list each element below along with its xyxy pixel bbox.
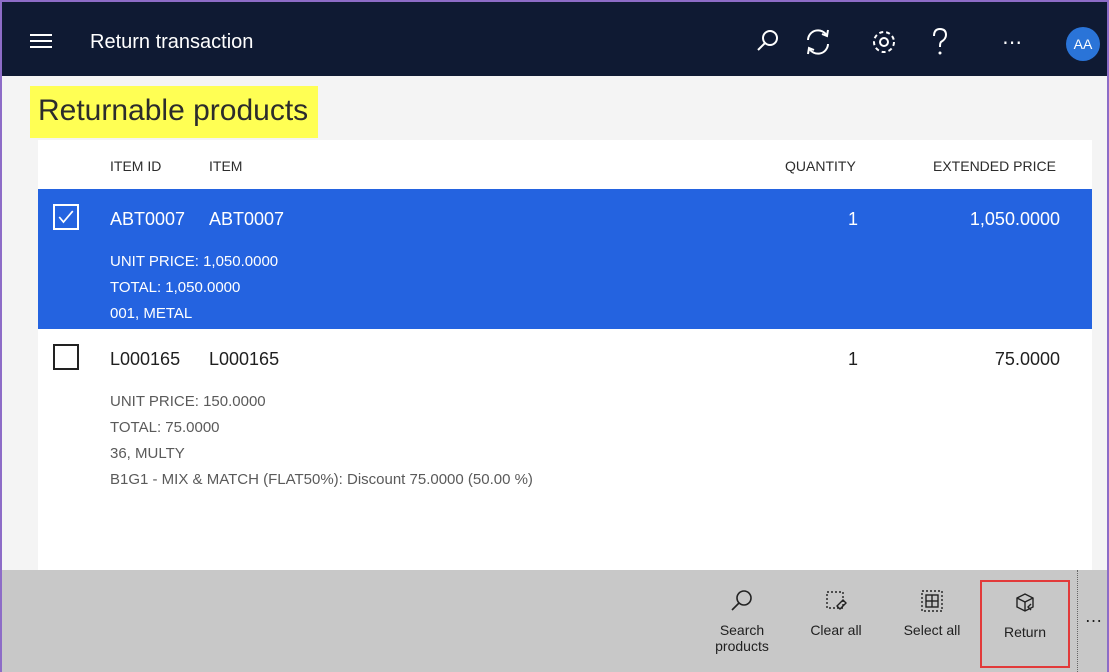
unit-price-detail: UNIT PRICE: 150.0000 — [110, 393, 266, 410]
column-header-extended-price: EXTENDED PRICE — [933, 158, 1056, 174]
table-row[interactable]: L000165 L000165 1 75.0000 UNIT PRICE: 15… — [38, 329, 1092, 504]
variant-detail: 36, MULTY — [110, 445, 185, 462]
item-id-cell: ABT0007 — [110, 209, 186, 229]
search-products-button[interactable]: Search products — [705, 570, 779, 672]
column-header-item-id: ITEM ID — [110, 158, 162, 174]
quantity-cell: 1 — [847, 349, 858, 369]
clear-all-label: Clear all — [810, 622, 862, 638]
item-id-cell: L000165 — [110, 349, 181, 369]
clear-all-icon — [823, 588, 849, 614]
returnable-products-table: ITEM ID ITEM QUANTITY EXTENDED PRICE ABT… — [38, 140, 1092, 570]
item-name-cell: ABT0007 — [209, 209, 285, 229]
select-all-button[interactable]: Select all — [893, 570, 971, 672]
row-checkbox[interactable] — [53, 204, 79, 230]
search-icon[interactable] — [750, 24, 786, 60]
item-name-cell: L000165 — [209, 349, 280, 369]
return-box-icon — [1012, 590, 1038, 616]
row-checkbox[interactable] — [53, 344, 79, 370]
total-detail: TOTAL: 1,050.0000 — [110, 279, 241, 296]
clear-all-button[interactable]: Clear all — [800, 570, 872, 672]
select-all-icon — [919, 588, 945, 614]
hamburger-menu-icon[interactable] — [30, 34, 52, 48]
unit-price-detail: UNIT PRICE: 1,050.0000 — [110, 253, 279, 270]
search-icon — [729, 588, 755, 614]
variant-detail: 001, METAL — [110, 305, 193, 322]
avatar[interactable]: AA — [1066, 27, 1100, 61]
page-title: Returnable products — [30, 86, 319, 138]
column-header-quantity: QUANTITY — [785, 158, 856, 174]
column-header-item: ITEM — [209, 158, 243, 174]
return-button[interactable]: Return — [980, 580, 1070, 668]
select-all-label: Select all — [903, 622, 961, 638]
action-bar: Search products Clear all Select all Ret… — [0, 570, 1109, 672]
search-products-label-2: products — [715, 638, 769, 654]
gear-icon[interactable] — [866, 24, 902, 60]
return-label: Return — [1003, 624, 1047, 640]
quantity-cell: 1 — [847, 209, 858, 229]
discount-detail: B1G1 - MIX & MATCH (FLAT50%): Discount 7… — [110, 471, 533, 488]
extended-price-cell: 1,050.0000 — [969, 209, 1060, 229]
search-products-label-1: Search — [719, 622, 765, 638]
overflow-menu-button[interactable]: … — [1077, 570, 1109, 672]
table-row[interactable]: ABT0007 ABT0007 1 1,050.0000 UNIT PRICE:… — [38, 189, 1092, 329]
refresh-icon[interactable] — [800, 24, 836, 60]
app-title: Return transaction — [90, 31, 254, 53]
extended-price-cell: 75.0000 — [994, 349, 1060, 369]
total-detail: TOTAL: 75.0000 — [110, 419, 220, 436]
top-bar: Return transaction ⋯ AA — [0, 0, 1109, 76]
more-options-icon[interactable]: ⋯ — [1002, 30, 1023, 55]
help-icon[interactable] — [922, 24, 958, 60]
